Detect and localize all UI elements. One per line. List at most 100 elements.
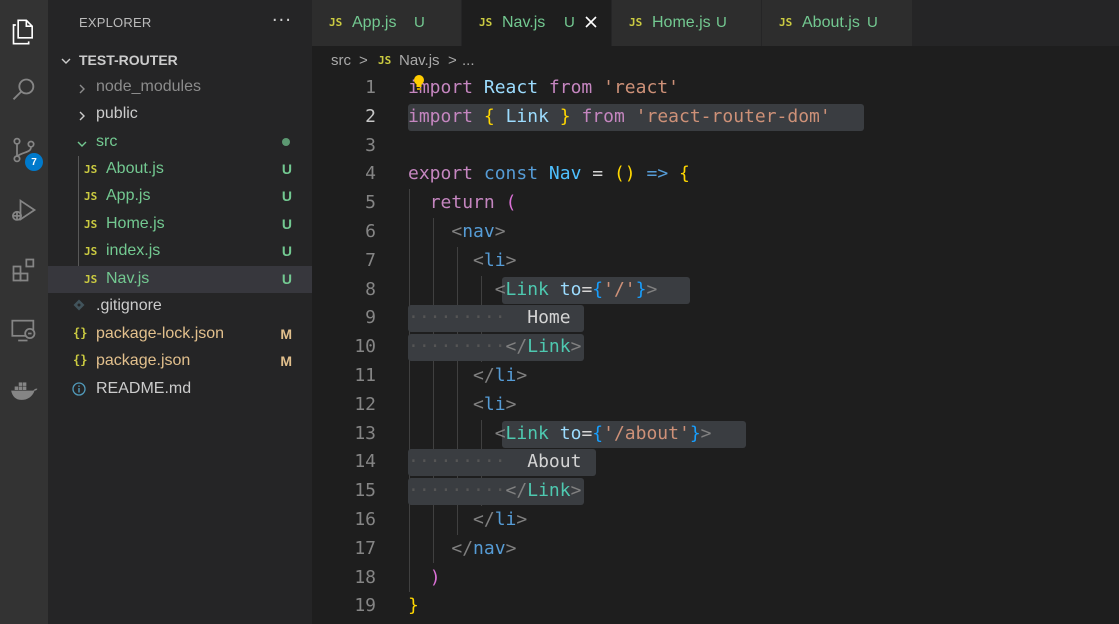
js-file-icon: JS	[84, 163, 98, 176]
untracked-badge: U	[281, 188, 292, 204]
search-icon[interactable]	[8, 74, 40, 106]
tab-about-js[interactable]: JS About.js U	[762, 0, 913, 46]
git-diamond-icon	[73, 299, 85, 314]
line-number: 5	[365, 192, 376, 214]
file-index-js[interactable]: JS index.js U	[48, 238, 312, 265]
code-text: )	[429, 566, 441, 588]
code-text: ········· Home	[408, 307, 571, 329]
code-line: 12 <li>	[312, 391, 1119, 420]
explorer-title: EXPLORER	[79, 15, 152, 30]
remote-explorer-icon[interactable]	[8, 314, 40, 346]
modified-dot-icon	[282, 138, 290, 146]
code-line: 15 ·········</Link>	[312, 477, 1119, 506]
tree-item-label: package-lock.json	[96, 325, 225, 342]
tree-item-label: node_modules	[96, 78, 201, 95]
chevron-right-icon	[76, 82, 88, 94]
code-text: ········· About	[408, 451, 582, 473]
code-text: ·········</Link>	[408, 336, 582, 358]
run-debug-icon[interactable]	[8, 194, 40, 226]
code-line: 1 import React from 'react'	[312, 74, 1119, 103]
line-number: 18	[354, 566, 376, 588]
js-file-icon: JS	[84, 190, 98, 203]
code-line: 14 ········· About	[312, 448, 1119, 477]
tree-item-label: index.js	[106, 242, 161, 259]
code-editor[interactable]: 1 import React from 'react' 2 import { L…	[312, 74, 1119, 624]
docker-icon[interactable]	[8, 374, 40, 406]
code-line: 6 <nav>	[312, 218, 1119, 247]
code-line: 7 <li>	[312, 247, 1119, 276]
info-icon	[72, 382, 86, 399]
code-line: 19 }	[312, 592, 1119, 621]
untracked-badge: U	[716, 14, 727, 31]
untracked-badge: U	[281, 216, 292, 232]
files-icon[interactable]	[8, 16, 40, 48]
code-text: import { Link } from 'react-router-dom'	[408, 105, 831, 127]
tab-label: App.js	[352, 14, 397, 31]
more-actions-icon[interactable]: ···	[272, 10, 292, 31]
file-nav-js[interactable]: JS Nav.js U	[48, 266, 312, 293]
breadcrumb-folder[interactable]: src	[331, 52, 351, 69]
tree-item-label: src	[96, 133, 118, 150]
file-about-js[interactable]: JS About.js U	[48, 156, 312, 183]
scm-badge: 7	[25, 153, 43, 171]
tab-app-js[interactable]: JS App.js U	[312, 0, 462, 46]
tree-item-label: .gitignore	[96, 297, 162, 314]
line-number: 3	[365, 134, 376, 156]
chevron-down-icon	[60, 54, 72, 66]
code-line: 8 <Link to={'/'}>	[312, 276, 1119, 305]
code-line: 18 )	[312, 564, 1119, 593]
file-app-js[interactable]: JS App.js U	[48, 183, 312, 210]
line-number: 11	[354, 365, 376, 386]
folder-node-modules[interactable]: node_modules	[48, 74, 312, 101]
js-file-icon: JS	[378, 54, 392, 67]
folder-src[interactable]: src	[48, 129, 312, 156]
file-package-json[interactable]: {} package.json M	[48, 348, 312, 375]
modified-badge: M	[280, 353, 292, 369]
tab-home-js[interactable]: JS Home.js U	[612, 0, 762, 46]
untracked-badge: U	[414, 14, 425, 31]
code-line: 13 <Link to={'/about'}>	[312, 420, 1119, 449]
line-number: 7	[365, 249, 376, 271]
line-number: 6	[365, 221, 376, 242]
file-package-lock-json[interactable]: {} package-lock.json M	[48, 321, 312, 348]
breadcrumb-file[interactable]: Nav.js	[399, 52, 440, 69]
tree-item-label: Nav.js	[106, 270, 150, 287]
code-text: </li>	[473, 365, 528, 386]
lightbulb-icon[interactable]	[412, 74, 426, 92]
folder-public[interactable]: public	[48, 101, 312, 128]
code-line: 11 </li>	[312, 362, 1119, 391]
tab-label: Home.js	[652, 14, 711, 31]
file-gitignore[interactable]: .gitignore	[48, 293, 312, 320]
tree-item-label: Home.js	[106, 215, 165, 232]
tree-item-label: App.js	[106, 187, 151, 204]
code-line: 10 ·········</Link>	[312, 333, 1119, 362]
code-text: <Link to={'/'}>	[494, 278, 658, 300]
code-line: 17 </nav>	[312, 535, 1119, 564]
js-file-icon: JS	[329, 16, 343, 29]
breadcrumb-more[interactable]: ...	[462, 52, 475, 69]
tab-nav-js[interactable]: JS Nav.js U	[462, 0, 612, 46]
untracked-badge: U	[281, 271, 292, 287]
js-file-icon: JS	[779, 16, 793, 29]
code-text: </li>	[473, 509, 528, 530]
line-number: 10	[354, 336, 376, 358]
json-braces-icon: {}	[73, 326, 88, 340]
code-text: return (	[429, 192, 517, 214]
chevron-right-icon	[76, 109, 88, 121]
file-home-js[interactable]: JS Home.js U	[48, 211, 312, 238]
line-number: 8	[365, 278, 376, 300]
folder-root[interactable]: TEST-ROUTER	[48, 46, 312, 73]
breadcrumb: src > JS Nav.js > ...	[312, 46, 1119, 74]
explorer-sidebar: EXPLORER ··· TEST-ROUTER node_modules pu…	[48, 0, 312, 624]
code-line: 3	[312, 132, 1119, 161]
json-braces-icon: {}	[73, 353, 88, 367]
extensions-icon[interactable]	[8, 254, 40, 286]
line-number: 19	[354, 595, 376, 617]
close-icon[interactable]	[582, 13, 600, 31]
code-text: ·········</Link>	[408, 480, 582, 502]
code-text: import React from 'react'	[408, 77, 679, 98]
line-number: 4	[365, 163, 376, 185]
tree-item-label: About.js	[106, 160, 164, 177]
file-readme-md[interactable]: README.md	[48, 376, 312, 403]
chevron-down-icon	[76, 137, 88, 149]
